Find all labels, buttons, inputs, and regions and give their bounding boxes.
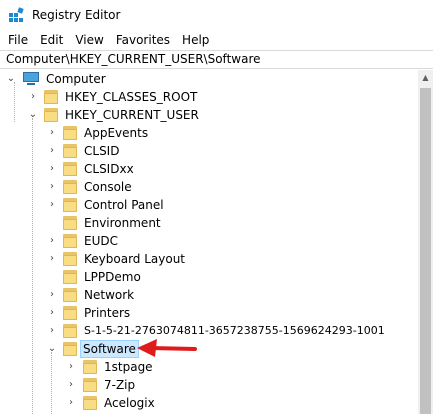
tree-node-keyboard-layout[interactable]: › Keyboard Layout [0,250,418,268]
tree-node-clsid[interactable]: › CLSID [0,142,418,160]
chevron-down-icon[interactable]: ⌄ [28,110,38,120]
menu-favorites[interactable]: Favorites [110,31,176,49]
tree-node-label: S-1-5-21-2763074811-3657238755-156962429… [84,324,385,337]
tree-node-eudc[interactable]: › EUDC [0,232,418,250]
tree-node-computer[interactable]: ⌄ Computer [0,70,418,88]
tree-node-clsidxx[interactable]: › CLSIDxx [0,160,418,178]
folder-icon [63,216,77,230]
tree-node-label: Console [84,180,132,194]
menu-help[interactable]: Help [176,31,215,49]
chevron-right-icon[interactable]: › [47,164,57,174]
tree-node-label: Software [80,340,139,358]
tree-node-label: Environment [84,216,161,230]
tree-node-label: HKEY_CURRENT_USER [65,108,199,122]
scroll-thumb[interactable] [420,88,431,414]
folder-icon [63,144,77,158]
chevron-right-icon[interactable]: › [47,326,57,336]
address-bar[interactable]: Computer\HKEY_CURRENT_USER\Software [0,50,433,69]
tree-node-label: Control Panel [84,198,164,212]
chevron-right-icon[interactable]: › [47,146,57,156]
chevron-right-icon[interactable]: › [66,380,76,390]
folder-icon [63,342,77,356]
tree-node-appevents[interactable]: › AppEvents [0,124,418,142]
chevron-right-icon[interactable]: › [47,128,57,138]
tree-node-label: EUDC [84,234,118,248]
chevron-right-icon[interactable]: › [47,308,57,318]
menu-view[interactable]: View [69,31,109,49]
chevron-down-icon[interactable]: ⌄ [47,344,57,354]
menu-edit[interactable]: Edit [34,31,69,49]
tree-node-control-panel[interactable]: › Control Panel [0,196,418,214]
tree-node-label: 7-Zip [104,378,136,392]
tree-node-label: Keyboard Layout [84,252,186,266]
folder-icon [63,306,77,320]
tree-node-label: Acelogix [104,396,155,410]
vertical-scrollbar[interactable]: ▲ [418,70,433,414]
chevron-right-icon[interactable]: › [47,182,57,192]
annotation-arrow-icon [137,339,197,357]
registry-editor-icon [9,7,24,22]
chevron-right-icon[interactable]: › [66,398,76,408]
window-title: Registry Editor [32,8,121,22]
folder-icon [63,234,77,248]
folder-icon [44,108,58,122]
folder-icon [63,180,77,194]
tree-node-label: HKEY_CLASSES_ROOT [65,90,198,104]
scroll-up-arrow-icon[interactable]: ▲ [418,70,433,85]
folder-icon [44,90,58,104]
tree-node-lppdemo[interactable]: LPPDemo [0,268,418,286]
tree-node-1stpage[interactable]: › 1stpage [0,358,418,376]
chevron-right-icon[interactable]: › [47,254,57,264]
tree-node-label: Network [84,288,135,302]
tree-node-acelogix[interactable]: › Acelogix [0,394,418,412]
tree-node-printers[interactable]: › Printers [0,304,418,322]
folder-icon [63,324,77,338]
folder-icon [83,378,97,392]
computer-icon [22,72,40,86]
folder-icon [83,396,97,410]
folder-icon [63,198,77,212]
folder-icon [63,126,77,140]
tree-node-environment[interactable]: Environment [0,214,418,232]
folder-icon [83,360,97,374]
title-bar: Registry Editor [0,0,433,30]
tree-node-network[interactable]: › Network [0,286,418,304]
tree-node-console[interactable]: › Console [0,178,418,196]
chevron-right-icon[interactable]: › [47,290,57,300]
chevron-right-icon[interactable]: › [47,236,57,246]
tree-node-label: Computer [46,72,106,86]
tree-node-hkey-classes-root[interactable]: › HKEY_CLASSES_ROOT [0,88,418,106]
folder-icon [63,252,77,266]
folder-icon [63,162,77,176]
chevron-down-icon[interactable]: ⌄ [6,74,16,84]
chevron-right-icon[interactable]: › [28,92,38,102]
folder-icon [63,288,77,302]
menu-bar: File Edit View Favorites Help [0,31,433,49]
tree-node-hkey-current-user[interactable]: ⌄ HKEY_CURRENT_USER [0,106,418,124]
folder-icon [63,270,77,284]
tree-node-label: LPPDemo [84,270,141,284]
tree-node-label: AppEvents [84,126,149,140]
chevron-right-icon[interactable]: › [66,362,76,372]
tree-node-7-zip[interactable]: › 7-Zip [0,376,418,394]
tree-node-label: CLSID [84,144,120,158]
chevron-right-icon[interactable]: › [47,200,57,210]
tree-node-label: Printers [84,306,131,320]
registry-tree: ⌄ Computer › HKEY_CLASSES_ROOT ⌄ HKEY_CU… [0,70,418,414]
tree-node-sid[interactable]: › S-1-5-21-2763074811-3657238755-1569624… [0,322,418,340]
menu-file[interactable]: File [0,31,34,49]
tree-node-label: CLSIDxx [84,162,134,176]
tree-node-software[interactable]: ⌄ Software [0,340,418,358]
tree-node-label: 1stpage [104,360,153,374]
